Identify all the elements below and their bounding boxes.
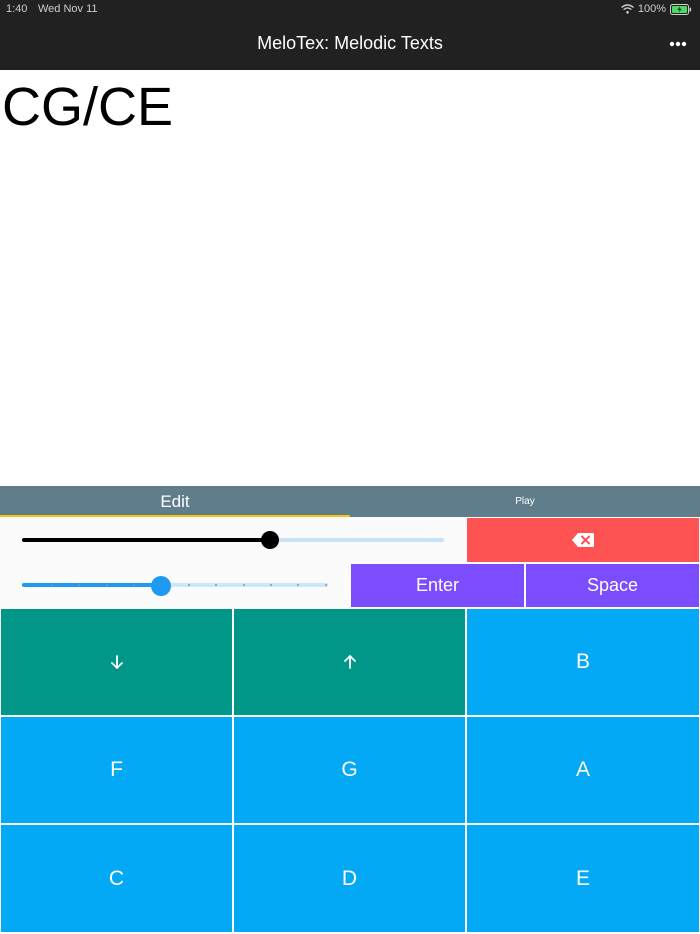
wifi-icon	[620, 4, 634, 14]
key-up[interactable]	[234, 609, 465, 715]
slider-2-fill	[22, 583, 161, 587]
slider-2-tick	[188, 584, 190, 586]
app-title: MeloTex: Melodic Texts	[257, 33, 443, 53]
more-horizontal-icon	[669, 41, 687, 47]
backspace-icon	[572, 533, 594, 547]
slider-2-tick	[325, 584, 327, 586]
tab-play[interactable]: Play	[350, 486, 700, 517]
status-indicators: 100%	[620, 2, 692, 16]
slider-2-tick	[51, 584, 53, 586]
key-f[interactable]: F	[1, 717, 232, 823]
slider-1-fill	[22, 538, 270, 542]
backspace-button[interactable]	[467, 518, 699, 562]
key-e[interactable]: E	[467, 825, 699, 932]
slider-1-thumb[interactable]	[261, 531, 279, 549]
slider-2-tick	[133, 584, 135, 586]
key-down[interactable]	[1, 609, 232, 715]
slider-2-thumb[interactable]	[151, 576, 171, 596]
enter-button[interactable]: Enter	[351, 564, 524, 607]
slider-2-tick	[243, 584, 245, 586]
battery-percent: 100%	[637, 3, 666, 15]
slider-2-tick	[297, 584, 299, 586]
key-d[interactable]: D	[234, 825, 465, 932]
status-time: 1:40	[6, 3, 28, 15]
slider-2-tick	[78, 584, 80, 586]
status-date: Wed Nov 11	[38, 3, 98, 15]
arrow-up-icon	[343, 655, 356, 669]
melody-text-display: CG/CE	[2, 77, 174, 137]
tab-bar: Edit Play	[0, 486, 700, 517]
battery-icon	[670, 3, 692, 15]
key-g[interactable]: G	[234, 717, 465, 823]
key-a[interactable]: A	[467, 717, 699, 823]
slider-2-tick	[106, 584, 108, 586]
space-button[interactable]: Space	[526, 564, 699, 607]
note-keypad: B F G A C D E	[0, 608, 700, 934]
arrow-down-icon	[110, 655, 123, 669]
key-c[interactable]: C	[1, 825, 232, 932]
more-menu-button[interactable]	[664, 34, 692, 54]
tab-edit[interactable]: Edit	[0, 486, 350, 517]
key-b[interactable]: B	[467, 609, 699, 715]
slider-2-tick	[215, 584, 217, 586]
slider-2-tick	[270, 584, 272, 586]
